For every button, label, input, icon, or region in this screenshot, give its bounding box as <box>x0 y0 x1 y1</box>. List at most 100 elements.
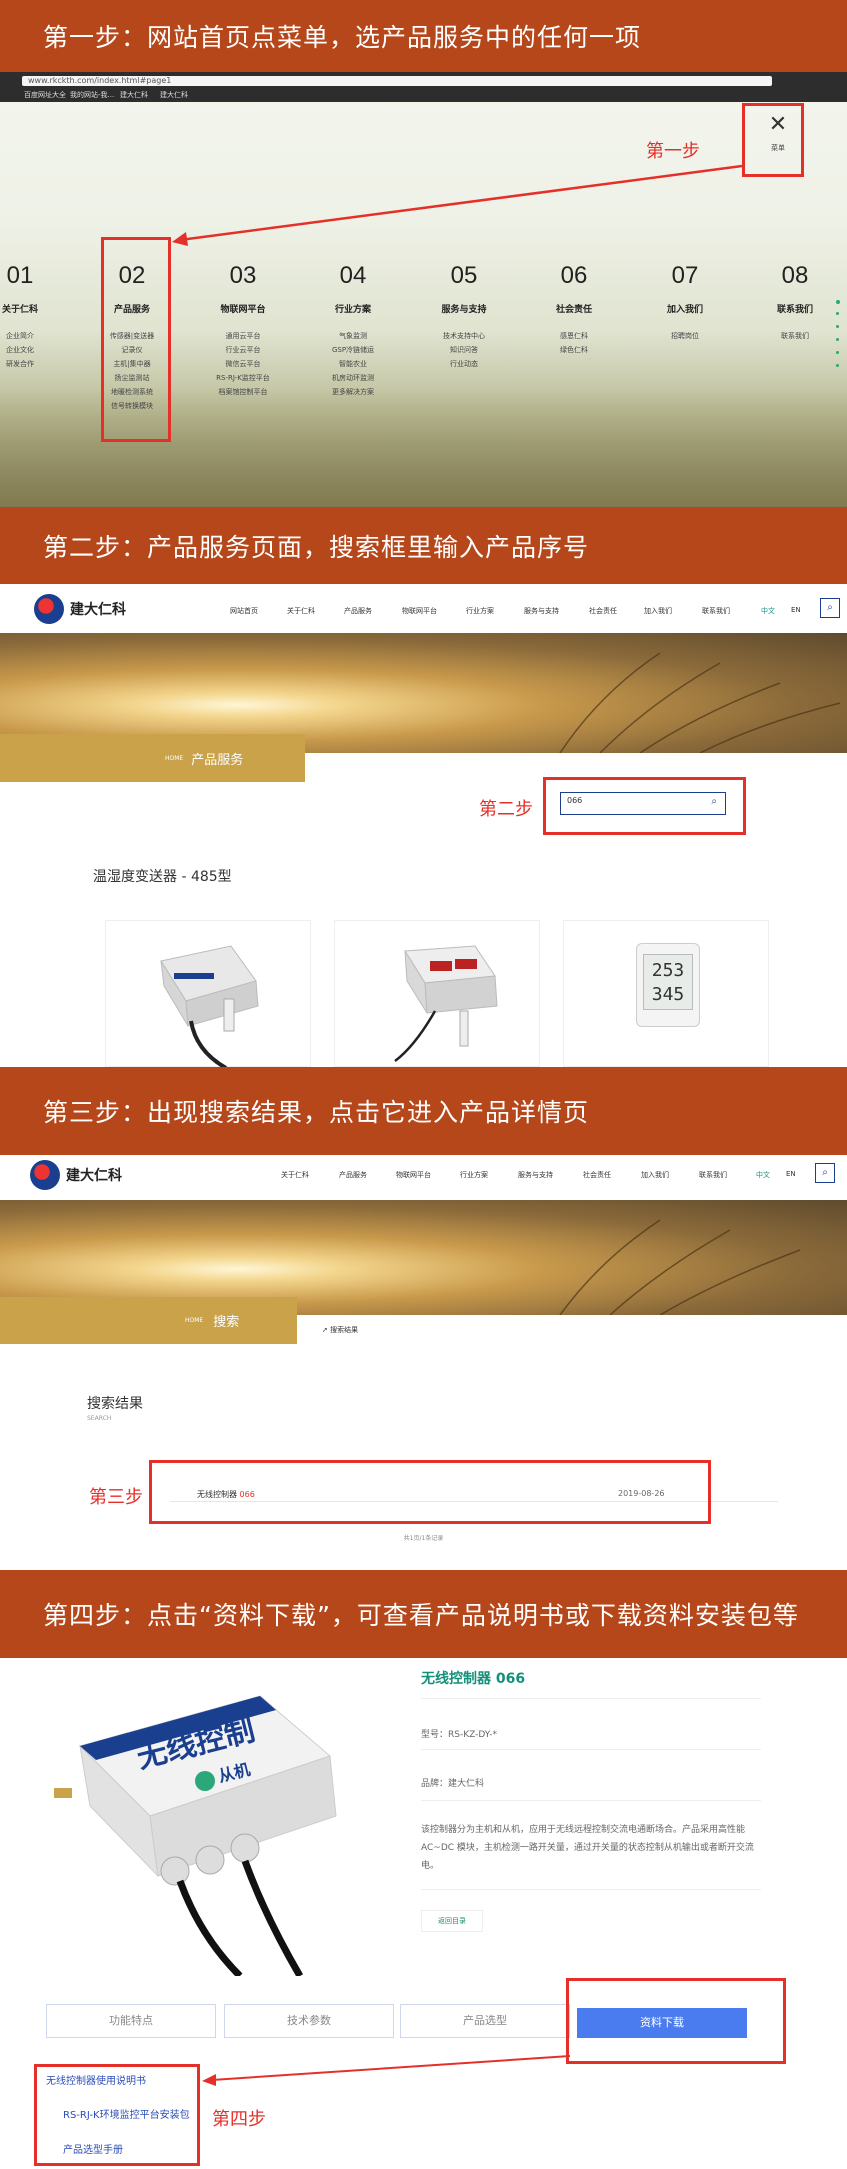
menu-subitem[interactable]: 招聘岗位 <box>635 329 735 343</box>
search-icon: ⌕ <box>827 602 833 613</box>
menu-subitem[interactable]: 气象监测 <box>303 329 403 343</box>
menu-column-4[interactable]: 04 行业方案 气象监测 GSP冷链储运 智能农业 机房动环监测 更多解决方案 <box>303 262 403 399</box>
menu-subitem[interactable]: GSP冷链储运 <box>303 343 403 357</box>
menu-category[interactable]: 物联网平台 <box>193 302 293 315</box>
nav-item[interactable]: 关于仁科 <box>281 1170 309 1180</box>
nav-item[interactable]: 中文 <box>756 1170 770 1180</box>
nav-item[interactable]: EN <box>786 1170 796 1178</box>
tab-selection[interactable]: 产品选型 <box>400 2004 570 2038</box>
menu-subitem[interactable]: 档案馆控制平台 <box>193 385 293 399</box>
site-logo-2[interactable]: 建大仁科 <box>30 1160 122 1190</box>
nav-item[interactable]: 联系我们 <box>699 1170 727 1180</box>
nav-item[interactable]: 联系我们 <box>702 606 730 616</box>
menu-subitem[interactable]: 机房动环监测 <box>303 371 403 385</box>
address-bar[interactable]: www.rkckth.com/index.html#page1 <box>22 76 772 86</box>
nav-item[interactable]: 物联网平台 <box>402 606 437 616</box>
nav-item[interactable]: 产品服务 <box>344 606 372 616</box>
menu-number: 08 <box>781 262 809 289</box>
nav-item[interactable]: 加入我们 <box>644 606 672 616</box>
nav-search-button[interactable]: ⌕ <box>820 598 840 618</box>
bookmark-1[interactable]: 百度网址大全 <box>24 90 66 100</box>
detail-description: 该控制器分为主机和从机，应用于无线远程控制交流电通断场合。产品采用高性能AC~D… <box>421 1825 754 1871</box>
menu-column-7[interactable]: 07 加入我们 招聘岗位 <box>635 262 735 343</box>
nav-item[interactable]: 行业方案 <box>460 1170 488 1180</box>
product-card-3[interactable]: 253 345 <box>563 920 769 1067</box>
menu-subitem[interactable]: 技术支持中心 <box>414 329 514 343</box>
nav-item[interactable]: 关于仁科 <box>287 606 315 616</box>
step4-arrow <box>202 2055 571 2086</box>
divider <box>421 1889 761 1890</box>
page-dots[interactable] <box>836 300 840 380</box>
menu-subitem[interactable]: 企业文化 <box>0 343 70 357</box>
menu-category[interactable]: 关于仁科 <box>0 302 70 315</box>
logo-text: 建大仁科 <box>70 602 126 618</box>
menu-subitem[interactable]: 企业简介 <box>0 329 70 343</box>
menu-category[interactable]: 联系我们 <box>745 302 845 315</box>
nav-item[interactable]: 物联网平台 <box>396 1170 431 1180</box>
display-humidity: 345 <box>651 984 685 1005</box>
menu-subitem[interactable]: 更多解决方案 <box>303 385 403 399</box>
nav-item[interactable]: 服务与支持 <box>524 606 559 616</box>
step2-title: 第二步：产品服务页面，搜索框里输入产品序号 <box>43 532 590 562</box>
menu-subitem[interactable]: 研发合作 <box>0 357 70 371</box>
menu-column-8[interactable]: 08 联系我们 联系我们 <box>745 262 845 343</box>
back-to-list-button[interactable]: 返回目录 <box>421 1910 483 1932</box>
wireless-controller-image: 无线控制 从机 <box>54 1695 337 1976</box>
results-heading: 搜索结果 <box>87 1396 143 1412</box>
pager-info: 共1页/1条记录 <box>403 1535 444 1542</box>
detail-brand: 品牌：建大仁科 <box>421 1779 485 1789</box>
menu-subitem[interactable]: 智能农业 <box>303 357 403 371</box>
menu-subitem[interactable]: 绿色仁科 <box>524 343 624 357</box>
menu-category[interactable]: 服务与支持 <box>414 302 514 315</box>
highlight-search-result <box>149 1460 711 1524</box>
menu-column-1[interactable]: 01 关于仁科企业简介 企业文化 研发合作 <box>0 262 70 371</box>
results-heading-en: SEARCH <box>87 1415 112 1422</box>
nav-item[interactable]: 服务与支持 <box>518 1170 553 1180</box>
breadcrumb-product: HOME 产品服务 <box>0 734 305 782</box>
nav-item[interactable]: 产品服务 <box>339 1170 367 1180</box>
nav-item[interactable]: 社会责任 <box>589 606 617 616</box>
menu-subitem[interactable]: 联系我们 <box>745 329 845 343</box>
menu-subitem[interactable]: RS-RJ-K监控平台 <box>193 371 293 385</box>
menu-sublist: 技术支持中心 知识问答 行业动态 <box>414 329 514 371</box>
nav-item[interactable]: 行业方案 <box>466 606 494 616</box>
crumb-current: 产品服务 <box>191 752 244 768</box>
nav-item[interactable]: EN <box>791 606 801 614</box>
nav-item[interactable]: 加入我们 <box>641 1170 669 1180</box>
product-card-2[interactable] <box>334 920 540 1067</box>
step4-label: 第四步 <box>212 2109 266 2130</box>
home-crumb[interactable]: HOME <box>165 755 183 762</box>
menu-sublist: 气象监测 GSP冷链储运 智能农业 机房动环监测 更多解决方案 <box>303 329 403 399</box>
menu-number: 01 <box>6 262 34 289</box>
menu-category[interactable]: 行业方案 <box>303 302 403 315</box>
menu-number: 06 <box>560 262 588 289</box>
menu-subitem[interactable]: 感恩仁科 <box>524 329 624 343</box>
menu-subitem[interactable]: 行业云平台 <box>193 343 293 357</box>
home-crumb-2[interactable]: HOME <box>185 1317 203 1324</box>
nav-item[interactable]: 社会责任 <box>583 1170 611 1180</box>
logo-icon <box>34 594 64 624</box>
bookmark-3[interactable]: 建大仁科 <box>120 90 148 100</box>
menu-sublist: 感恩仁科 绿色仁科 <box>524 329 624 357</box>
menu-subitem[interactable]: 行业动态 <box>414 357 514 371</box>
product-card-1[interactable] <box>105 920 311 1070</box>
tab-specs[interactable]: 技术参数 <box>224 2004 394 2038</box>
site-logo[interactable]: 建大仁科 <box>34 594 126 624</box>
menu-category[interactable]: 社会责任 <box>524 302 624 315</box>
menu-column-3[interactable]: 03 物联网平台 通用云平台 行业云平台 微信云平台 RS-RJ-K监控平台 档案馆控制平台 <box>193 262 293 399</box>
menu-category[interactable]: 加入我们 <box>635 302 735 315</box>
menu-subitem[interactable]: 微信云平台 <box>193 357 293 371</box>
menu-column-6[interactable]: 06 社会责任感恩仁科 绿色仁科 <box>524 262 624 357</box>
search-icon: ⌕ <box>822 1167 828 1178</box>
menu-subitem[interactable]: 知识问答 <box>414 343 514 357</box>
logo-text: 建大仁科 <box>66 1168 122 1184</box>
tab-features[interactable]: 功能特点 <box>46 2004 216 2038</box>
crumb-current-2: 搜索 <box>213 1315 240 1330</box>
menu-subitem[interactable]: 通用云平台 <box>193 329 293 343</box>
nav-item[interactable]: 中文 <box>761 606 775 616</box>
nav-item[interactable]: 网站首页 <box>230 606 258 616</box>
menu-column-5[interactable]: 05 服务与支持 技术支持中心 知识问答 行业动态 <box>414 262 514 371</box>
bookmark-2[interactable]: 我的网站-我... <box>70 90 114 100</box>
bookmark-4[interactable]: 建大仁科 <box>160 90 188 100</box>
nav-search-button-2[interactable]: ⌕ <box>815 1163 835 1183</box>
